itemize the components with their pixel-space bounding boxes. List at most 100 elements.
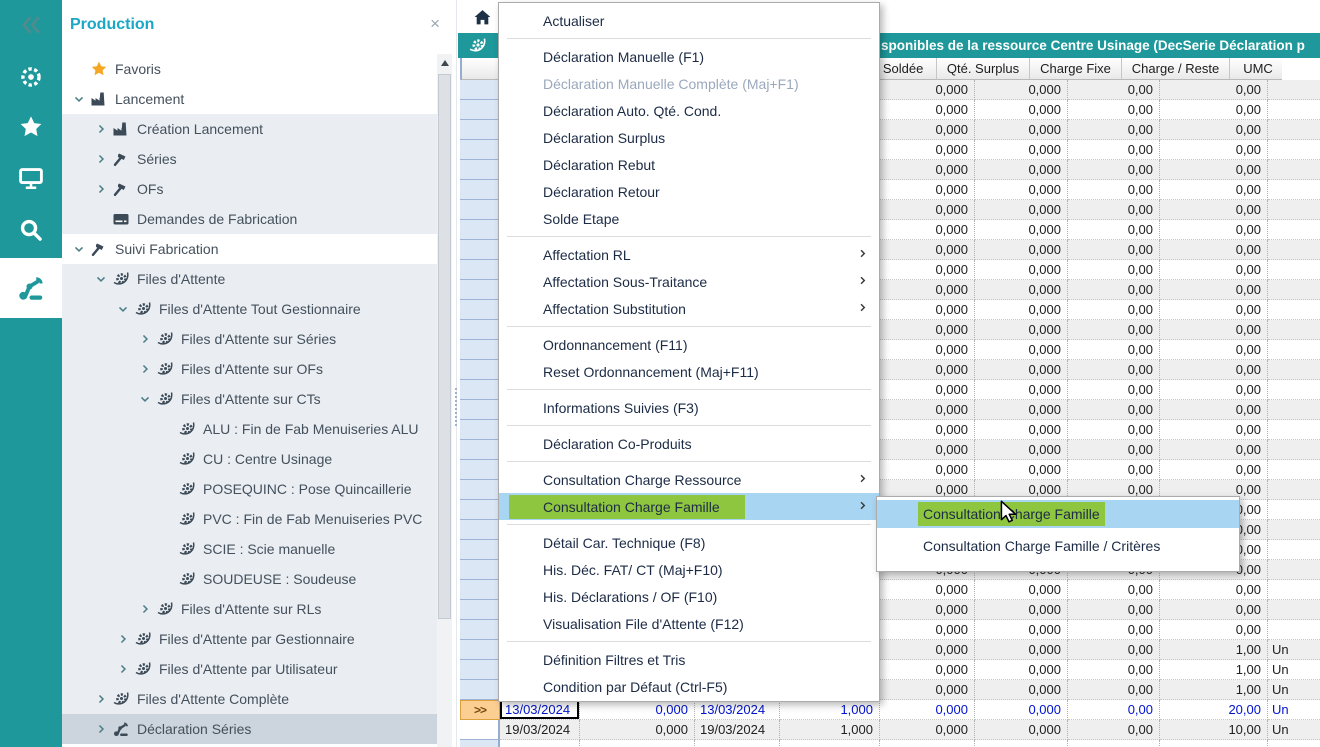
row-selector-cell[interactable] [460, 680, 500, 700]
menu-item[interactable] [507, 326, 871, 327]
row-selector-cell[interactable] [460, 460, 500, 480]
cell-charge-reste[interactable]: 0,00 [1160, 80, 1268, 100]
cell-umc[interactable] [1268, 140, 1320, 160]
cell-umc[interactable] [1268, 360, 1320, 380]
tree-item[interactable]: Files d'Attente Tout Gestionnaire [62, 294, 437, 324]
tree-item[interactable]: Files d'Attente [62, 264, 437, 294]
cell-umc[interactable] [1268, 520, 1320, 540]
row-selector-cell[interactable] [460, 420, 500, 440]
cell-charge-reste[interactable] [1160, 740, 1268, 747]
tree-item[interactable]: Lancement [62, 84, 437, 114]
scrollbar-thumb[interactable] [438, 74, 451, 619]
tree-item[interactable]: Files d'Attente sur CTs [62, 384, 437, 414]
row-selector-cell[interactable] [460, 740, 500, 747]
tree-item[interactable]: Files d'Attente sur RLs [62, 594, 437, 624]
column-header-charge-fixe[interactable]: Charge Fixe [1030, 58, 1122, 80]
cell-qte-soldee[interactable]: 0,000 [880, 660, 975, 680]
tree-item[interactable]: Création Lancement [62, 114, 437, 144]
cell-charge-fixe[interactable]: 0,00 [1068, 260, 1160, 280]
cell-charge-reste[interactable]: 0,00 [1160, 280, 1268, 300]
tree-item[interactable]: Favoris [62, 54, 437, 84]
cell-umc[interactable] [1268, 180, 1320, 200]
cell-qte-surplus[interactable]: 0,000 [975, 660, 1068, 680]
cell-charge-fixe[interactable]: 0,00 [1068, 440, 1160, 460]
menu-item[interactable]: Ordonnancement (F11) [499, 331, 879, 358]
cell-qte-surplus[interactable]: 0,000 [975, 100, 1068, 120]
row-selector-cell[interactable] [460, 220, 500, 240]
cell-qte-surplus[interactable]: 0,000 [975, 340, 1068, 360]
row-selector-cell[interactable] [460, 140, 500, 160]
cell-charge-reste[interactable]: 0,00 [1160, 220, 1268, 240]
tree-item[interactable]: Files d'Attente par Gestionnaire [62, 624, 437, 654]
row-selector-cell[interactable] [460, 80, 500, 100]
cell-charge-fixe[interactable]: 0,00 [1068, 660, 1160, 680]
submenu-item[interactable]: Consultation Charge Famille [877, 500, 1239, 528]
tree-item[interactable]: Files d'Attente Complète [62, 684, 437, 714]
cell-umc[interactable]: Un [1268, 720, 1320, 740]
menu-item[interactable]: Actualiser [499, 7, 879, 34]
tree-chevron-icon[interactable] [156, 542, 178, 556]
row-selector-cell[interactable] [460, 620, 500, 640]
tree-chevron-icon[interactable] [90, 182, 112, 196]
cell-charge-fixe[interactable]: 0,00 [1068, 640, 1160, 660]
tree-chevron-icon[interactable] [68, 62, 90, 76]
cell-qte-soldee[interactable]: 0,000 [880, 100, 975, 120]
cell-charge-reste[interactable]: 0,00 [1160, 100, 1268, 120]
tree-chevron-icon[interactable] [112, 302, 134, 316]
cell-charge-fixe[interactable]: 0,00 [1068, 600, 1160, 620]
tree-chevron-icon[interactable] [68, 242, 90, 256]
search-icon[interactable] [0, 217, 62, 243]
cell-qte-surplus[interactable]: 0,000 [975, 180, 1068, 200]
menu-item[interactable]: Détail Car. Technique (F8) [499, 529, 879, 556]
tree-item[interactable]: CU : Centre Usinage [62, 444, 437, 474]
menu-item[interactable]: Déclaration Retour [499, 178, 879, 205]
cell-qte-soldee[interactable]: 0,000 [880, 720, 975, 740]
tree-item[interactable]: Séries [62, 144, 437, 174]
cell-qte-surplus[interactable]: 0,000 [975, 640, 1068, 660]
row-selector-cell[interactable] [460, 240, 500, 260]
menu-item[interactable]: Affectation RL [499, 241, 879, 268]
tree-item[interactable]: Files d'Attente sur OFs [62, 354, 437, 384]
cell-qte-surplus[interactable]: 0,000 [975, 200, 1068, 220]
menu-item[interactable] [507, 461, 871, 462]
menu-item[interactable]: Solde Etape [499, 205, 879, 232]
cell-qte-soldee[interactable]: 0,000 [880, 400, 975, 420]
menu-item[interactable]: Affectation Substitution [499, 295, 879, 322]
cell-umc[interactable] [1268, 320, 1320, 340]
tree-item[interactable]: Files d'Attente par Utilisateur [62, 654, 437, 684]
cell-charge-fixe[interactable]: 0,00 [1068, 700, 1160, 720]
tree-chevron-icon[interactable] [90, 722, 112, 736]
cell-umc[interactable] [1268, 120, 1320, 140]
cell-qte-soldee[interactable]: 0,000 [880, 460, 975, 480]
table-row[interactable] [460, 740, 1320, 747]
row-selector-cell[interactable] [460, 480, 500, 500]
menu-item[interactable]: His. Déclarations / OF (F10) [499, 583, 879, 610]
cell-qte-soldee[interactable]: 0,000 [880, 340, 975, 360]
tree-item[interactable]: ALU : Fin de Fab Menuiseries ALU [62, 414, 437, 444]
cell-umc[interactable]: Un [1268, 700, 1320, 720]
cell-charge-fixe[interactable]: 0,00 [1068, 300, 1160, 320]
menu-item[interactable]: Déclaration Co-Produits [499, 430, 879, 457]
row-selector-cell[interactable] [460, 300, 500, 320]
row-selector-cell[interactable] [460, 720, 500, 740]
cell-qte-surplus[interactable]: 0,000 [975, 260, 1068, 280]
row-selector-cell[interactable] [460, 580, 500, 600]
cell-charge-reste[interactable]: 0,00 [1160, 380, 1268, 400]
row-selector-cell[interactable] [460, 260, 500, 280]
cell-qte-surplus[interactable]: 0,000 [975, 380, 1068, 400]
cell-qte-surplus[interactable]: 0,000 [975, 280, 1068, 300]
cell-qte-soldee[interactable]: 0,000 [880, 700, 975, 720]
cell-umc[interactable] [1268, 460, 1320, 480]
cell-qte-surplus[interactable]: 0,000 [975, 460, 1068, 480]
menu-item[interactable]: Déclaration Surplus [499, 124, 879, 151]
tree-chevron-icon[interactable] [134, 602, 156, 616]
cell-charge-reste[interactable]: 0,00 [1160, 140, 1268, 160]
monitor-icon[interactable] [0, 165, 62, 191]
cell-qte-soldee[interactable]: 0,000 [880, 80, 975, 100]
cell-date-debut[interactable]: 19/03/2024 [500, 720, 580, 740]
cell-umc[interactable] [1268, 160, 1320, 180]
tree-chevron-icon[interactable] [112, 632, 134, 646]
cell-qte-soldee[interactable]: 0,000 [880, 260, 975, 280]
cell-qte-surplus[interactable]: 0,000 [975, 300, 1068, 320]
cell-charge-reste[interactable]: 0,00 [1160, 600, 1268, 620]
